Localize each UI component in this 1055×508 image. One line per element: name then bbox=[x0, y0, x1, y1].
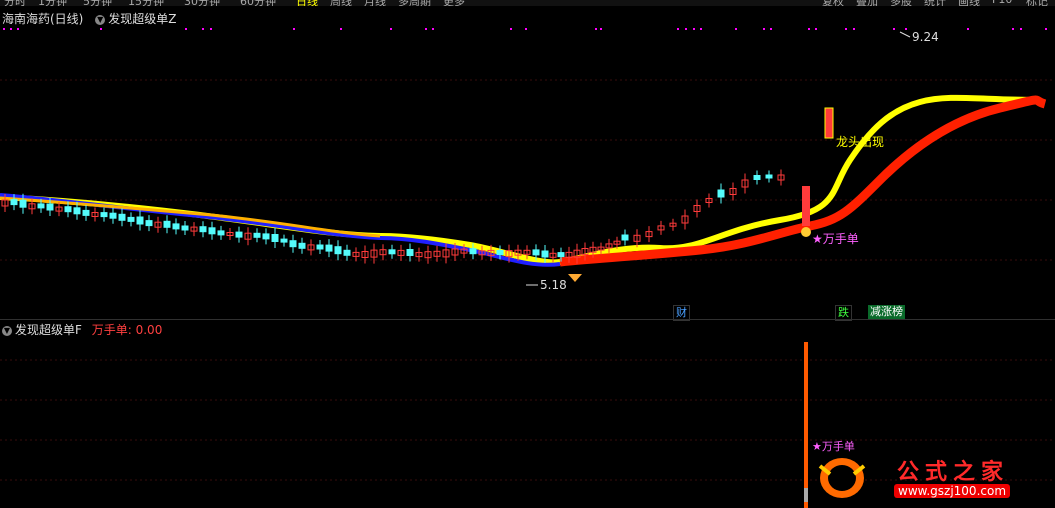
signal-dot bbox=[293, 28, 295, 30]
signal-dot bbox=[1012, 28, 1014, 30]
signal-dot bbox=[340, 28, 342, 30]
candle-body bbox=[262, 233, 270, 240]
candle-body bbox=[388, 249, 396, 255]
signal-dot bbox=[432, 28, 434, 30]
candle-body bbox=[199, 226, 207, 233]
candle-body bbox=[82, 209, 90, 216]
candle-body bbox=[469, 248, 477, 255]
signal-label: ★万手单 bbox=[812, 232, 859, 246]
candle-body bbox=[557, 252, 565, 258]
candle-body bbox=[10, 199, 18, 206]
chart-window: 分时1分钟5分钟15分钟30分钟60分钟日线周线月线多周期更多复权叠加多股统计画… bbox=[0, 0, 1055, 508]
signal-dot bbox=[693, 28, 695, 30]
signal-dot bbox=[735, 28, 737, 30]
high-price-label: 9.24 bbox=[912, 30, 939, 44]
annotation-label: 龙头出现 bbox=[836, 135, 884, 149]
candle-body bbox=[271, 234, 279, 242]
signal-dot bbox=[600, 28, 602, 30]
candle-body bbox=[334, 246, 342, 255]
signal-dot bbox=[685, 28, 687, 30]
signal-dot bbox=[700, 28, 702, 30]
signal-dot bbox=[815, 28, 817, 30]
candle-body bbox=[406, 249, 414, 256]
candle-body bbox=[316, 244, 324, 250]
candle-body bbox=[127, 216, 135, 222]
ma-line-orange bbox=[0, 196, 381, 238]
candle-body bbox=[118, 213, 126, 221]
candle-body bbox=[253, 232, 261, 238]
signal-dot bbox=[1020, 28, 1022, 30]
candle-body bbox=[217, 230, 225, 236]
signal-dot bbox=[525, 28, 527, 30]
candle-body bbox=[181, 225, 189, 231]
signal-dot bbox=[853, 28, 855, 30]
candle-body bbox=[496, 250, 504, 255]
signal-dot bbox=[185, 28, 187, 30]
candle-body bbox=[19, 199, 27, 208]
signal-candle bbox=[802, 186, 810, 226]
candle-body bbox=[109, 212, 117, 219]
candle-body bbox=[765, 174, 773, 179]
candle-body bbox=[64, 206, 72, 213]
signal-dot bbox=[677, 28, 679, 30]
candle-body bbox=[298, 242, 306, 249]
signal-dot bbox=[390, 28, 392, 30]
candle-body bbox=[163, 220, 171, 228]
candle-body bbox=[541, 250, 549, 258]
signal-dot bbox=[17, 28, 19, 30]
signal-dot bbox=[10, 28, 12, 30]
signal-dot bbox=[510, 28, 512, 30]
volume-spike-base bbox=[804, 488, 808, 502]
signal-dot bbox=[893, 28, 895, 30]
signal-dot bbox=[845, 28, 847, 30]
high-arrow bbox=[899, 31, 911, 38]
candle-body bbox=[37, 203, 45, 209]
site-logo: 公式之家 www.gszj100.com bbox=[812, 452, 1042, 504]
candle-body bbox=[172, 223, 180, 230]
candle-body bbox=[100, 212, 108, 218]
signal-coin-icon bbox=[801, 227, 811, 237]
candle-body bbox=[208, 227, 216, 235]
signal-dot bbox=[100, 28, 102, 30]
sub-signal-label: ★万手单 bbox=[812, 439, 855, 453]
signal-dot bbox=[763, 28, 765, 30]
ma-band-red bbox=[559, 95, 1047, 267]
logo-title: 公式之家 bbox=[897, 460, 1010, 485]
signal-dot bbox=[3, 28, 5, 30]
candle-body bbox=[280, 238, 288, 243]
candle-body bbox=[136, 216, 144, 225]
candle-body bbox=[621, 234, 629, 241]
diamond-icon bbox=[568, 274, 582, 282]
signal-dot bbox=[808, 28, 810, 30]
candle-body bbox=[717, 189, 725, 198]
signal-dot bbox=[905, 28, 907, 30]
badge-gain-list[interactable]: 减涨榜 bbox=[868, 305, 905, 319]
signal-dot bbox=[202, 28, 204, 30]
signal-dot bbox=[1045, 28, 1047, 30]
signal-dot bbox=[595, 28, 597, 30]
candle-body bbox=[343, 249, 351, 256]
signal-dot bbox=[425, 28, 427, 30]
candle-body bbox=[753, 175, 761, 180]
candle-body bbox=[325, 244, 333, 252]
candle-body bbox=[73, 207, 81, 215]
candle-body bbox=[46, 203, 54, 211]
limit-up-candle bbox=[824, 107, 834, 139]
candle-body bbox=[235, 231, 243, 238]
signal-dot bbox=[770, 28, 772, 30]
candle-body bbox=[145, 220, 153, 227]
low-price-label: 5.18 bbox=[540, 278, 567, 292]
main-chart[interactable]: 9.24 5.18 ★万手单 龙头出现 bbox=[0, 0, 1055, 320]
volume-spike-bar bbox=[804, 342, 808, 508]
logo-url: www.gszj100.com bbox=[894, 484, 1011, 498]
candle-body bbox=[532, 249, 540, 256]
signal-dot bbox=[967, 28, 969, 30]
signal-dot bbox=[210, 28, 212, 30]
candle-body bbox=[289, 240, 297, 248]
